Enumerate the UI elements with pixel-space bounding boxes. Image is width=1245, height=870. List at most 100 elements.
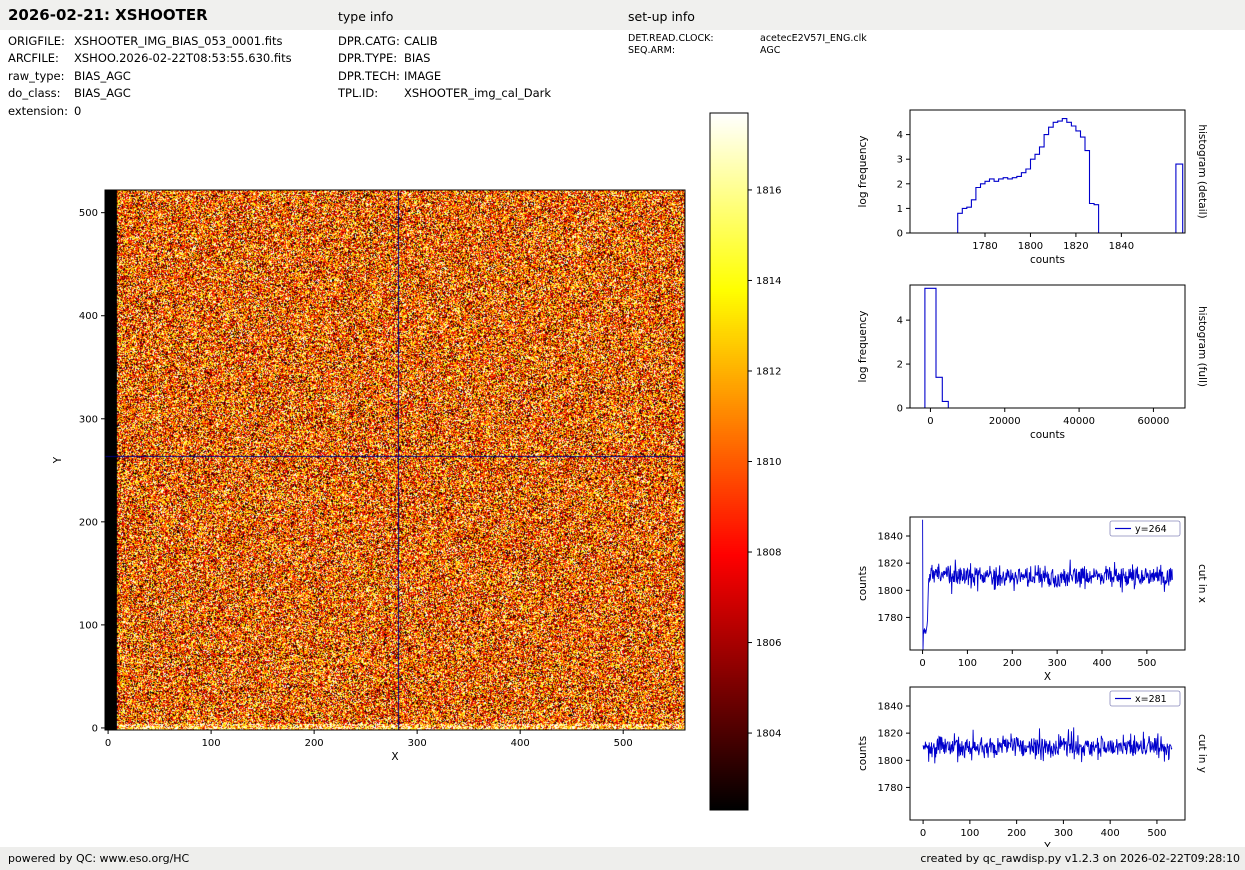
meta-value: 0 (74, 103, 82, 118)
qc-report-page: 2026-02-21: XSHOOTER type info set-up in… (0, 0, 1245, 870)
svg-text:0: 0 (927, 416, 933, 427)
meta-row-extension: extension: 0 (8, 103, 292, 120)
svg-text:y=264: y=264 (1135, 524, 1167, 535)
svg-text:200: 200 (1003, 658, 1022, 669)
setup-info-heading: set-up info (628, 9, 695, 24)
meta-label: raw_type: (8, 68, 65, 83)
bias-image-axes: 0 100 200 300 400 500 0 100 200 300 400 500 X Y (40, 165, 740, 805)
svg-text:cut in y: cut in y (1196, 734, 1208, 773)
meta-value: BIAS_AGC (74, 86, 131, 101)
meta-label: DET.READ.CLOCK: (628, 33, 714, 44)
meta-label: ARCFILE: (8, 51, 59, 66)
type-info-heading: type info (338, 9, 394, 24)
svg-text:100: 100 (202, 738, 221, 749)
svg-text:1780: 1780 (878, 783, 903, 794)
meta-label: DPR.TYPE: (338, 51, 398, 66)
meta-label: do_class: (8, 86, 61, 101)
svg-text:0: 0 (919, 658, 925, 669)
meta-label: DPR.TECH: (338, 68, 400, 83)
svg-text:4: 4 (897, 316, 903, 327)
svg-text:1814: 1814 (756, 276, 781, 287)
svg-text:1816: 1816 (756, 185, 781, 196)
header-bar: 2026-02-21: XSHOOTER type info set-up in… (0, 0, 1245, 30)
svg-text:histogram (detail): histogram (detail) (1196, 124, 1208, 218)
svg-text:1808: 1808 (756, 548, 781, 559)
svg-text:300: 300 (79, 414, 98, 425)
svg-text:3: 3 (897, 155, 903, 166)
page-title: 2026-02-21: XSHOOTER (8, 6, 208, 24)
svg-text:1820: 1820 (878, 729, 903, 740)
svg-text:500: 500 (1147, 828, 1166, 839)
svg-text:100: 100 (960, 828, 979, 839)
histogram-full-plot: 0 20000 40000 60000 0 2 4 counts log frequency hi… (850, 273, 1245, 453)
svg-text:400: 400 (1092, 658, 1111, 669)
svg-text:0: 0 (897, 404, 903, 415)
meta-value: BIAS (404, 51, 431, 66)
svg-text:1: 1 (897, 204, 903, 215)
setup-info-block: DET.READ.CLOCK: acetecE2V57I_ENG.clk SEQ.… (628, 33, 867, 56)
colorbar-axis: 1804 1806 1808 1810 1812 1814 1816 (705, 105, 815, 825)
svg-text:histogram (full): histogram (full) (1196, 306, 1208, 387)
svg-text:500: 500 (1137, 658, 1156, 669)
meta-row-tplid: TPL.ID: XSHOOTER_img_cal_Dark (338, 85, 551, 102)
svg-text:1810: 1810 (756, 457, 781, 468)
svg-text:X: X (391, 751, 398, 763)
meta-value: BIAS_AGC (74, 68, 131, 83)
svg-text:counts: counts (1030, 254, 1065, 266)
svg-text:1800: 1800 (878, 586, 903, 597)
svg-text:100: 100 (79, 620, 98, 631)
svg-text:0: 0 (897, 229, 903, 240)
footer-created-by: created by qc_rawdisp.py v1.2.3 on 2026-… (920, 852, 1240, 865)
svg-text:200: 200 (79, 517, 98, 528)
svg-text:500: 500 (79, 208, 98, 219)
svg-text:20000: 20000 (989, 416, 1021, 427)
svg-text:1800: 1800 (1018, 241, 1043, 252)
svg-text:400: 400 (511, 738, 530, 749)
svg-text:1800: 1800 (878, 756, 903, 767)
meta-row-rawtype: raw_type: BIAS_AGC (8, 68, 292, 85)
meta-row-dprcatg: DPR.CATG: CALIB (338, 33, 551, 50)
svg-text:500: 500 (614, 738, 633, 749)
svg-text:0: 0 (92, 723, 98, 734)
svg-text:0: 0 (920, 828, 926, 839)
cut-in-x-plot: 0 100 200 300 400 500 1780 1800 1820 1840 Xcounts c… (850, 505, 1245, 697)
meta-row-seqarm: SEQ.ARM: AGC (628, 45, 867, 57)
svg-text:1812: 1812 (756, 366, 781, 377)
footer-bar: powered by QC: www.eso.org/HC created by… (0, 847, 1245, 870)
type-info-block: DPR.CATG: CALIB DPR.TYPE: BIAS DPR.TECH: IM… (338, 33, 551, 103)
meta-value: XSHOOTER_IMG_BIAS_053_0001.fits (74, 34, 283, 48)
svg-text:1820: 1820 (878, 559, 903, 570)
svg-text:400: 400 (79, 311, 98, 322)
svg-text:4: 4 (897, 130, 903, 141)
svg-text:cut in x: cut in x (1196, 564, 1208, 603)
svg-text:log frequency: log frequency (857, 135, 869, 207)
meta-value: acetecE2V57I_ENG.clk (760, 33, 867, 44)
svg-text:log frequency: log frequency (857, 310, 869, 382)
meta-value: XSHOOTER_img_cal_Dark (404, 86, 552, 101)
svg-text:1820: 1820 (1063, 241, 1088, 252)
svg-text:1840: 1840 (878, 532, 903, 543)
meta-label: DPR.CATG: (338, 34, 400, 48)
svg-text:40000: 40000 (1063, 416, 1095, 427)
meta-label: ORIGFILE: (8, 34, 65, 48)
svg-text:300: 300 (1054, 828, 1073, 839)
svg-text:60000: 60000 (1138, 416, 1170, 427)
svg-text:1840: 1840 (1109, 241, 1134, 252)
svg-text:300: 300 (1048, 658, 1067, 669)
meta-label: TPL.ID: (338, 86, 379, 101)
svg-text:counts: counts (1030, 429, 1065, 441)
svg-text:1780: 1780 (972, 241, 997, 252)
footer-powered-by: powered by QC: www.eso.org/HC (8, 852, 190, 865)
meta-row-readclock: DET.READ.CLOCK: acetecE2V57I_ENG.clk (628, 33, 867, 45)
svg-text:x=281: x=281 (1135, 694, 1167, 705)
svg-text:300: 300 (408, 738, 427, 749)
svg-text:2: 2 (897, 179, 903, 190)
meta-row-dprtype: DPR.TYPE: BIAS (338, 50, 551, 67)
file-metadata-block: ORIGFILE: XSHOOTER_IMG_BIAS_053_0001.fits… (8, 33, 292, 120)
meta-value: IMAGE (404, 68, 442, 83)
svg-text:Y: Y (52, 456, 64, 464)
svg-text:counts: counts (857, 566, 869, 601)
svg-text:1804: 1804 (756, 729, 781, 740)
meta-row-arcfile: ARCFILE: XSHOO.2026-02-22T08:53:55.630.fi… (8, 50, 292, 67)
svg-text:1780: 1780 (878, 613, 903, 624)
